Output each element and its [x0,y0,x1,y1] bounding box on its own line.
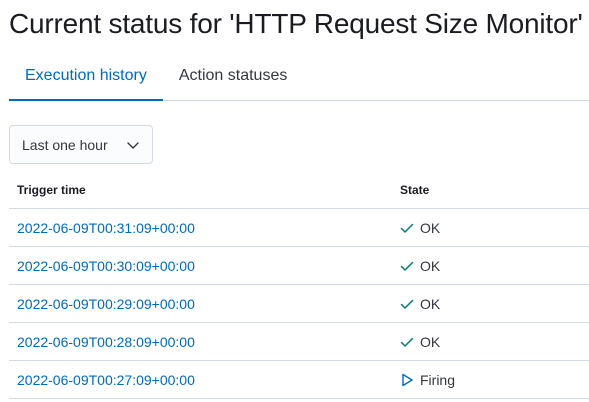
time-range-select[interactable]: Last one hour [9,125,153,164]
table-row: 2022-06-09T00:27:09+00:00 Firing [9,361,589,399]
state-cell: OK [400,258,440,274]
execution-history-table: Trigger time State 2022-06-09T00:31:09+0… [9,171,589,399]
time-range-selected-value: Last one hour [22,136,108,153]
table-body: 2022-06-09T00:31:09+00:00 OK 2022-06-09T00… [9,209,589,399]
column-header-trigger-time[interactable]: Trigger time [17,183,86,197]
check-icon [400,337,414,347]
check-icon [400,223,414,233]
state-cell: OK [400,334,440,350]
tab-bar: Execution history Action statuses [9,56,589,101]
tab-execution-history[interactable]: Execution history [9,56,163,101]
state-label: OK [420,296,441,312]
state-label: OK [420,334,441,350]
tab-action-statuses[interactable]: Action statuses [163,56,304,100]
trigger-time-link[interactable]: 2022-06-09T00:30:09+00:00 [17,258,195,274]
table-row: 2022-06-09T00:29:09+00:00 OK [9,285,589,323]
state-cell: OK [400,220,440,236]
play-icon [402,373,413,387]
state-label: OK [420,220,441,236]
column-header-state[interactable]: State [400,183,429,197]
table-row: 2022-06-09T00:28:09+00:00 OK [9,323,589,361]
table-row: 2022-06-09T00:31:09+00:00 OK [9,209,589,247]
state-label: Firing [420,372,456,388]
table-row: 2022-06-09T00:30:09+00:00 OK [9,247,589,285]
state-label: OK [420,258,441,274]
trigger-time-link[interactable]: 2022-06-09T00:28:09+00:00 [17,334,195,350]
state-cell: OK [400,296,440,312]
trigger-time-link[interactable]: 2022-06-09T00:29:09+00:00 [17,296,195,312]
trigger-time-link[interactable]: 2022-06-09T00:31:09+00:00 [17,220,195,236]
check-icon [400,261,414,271]
trigger-time-link[interactable]: 2022-06-09T00:27:09+00:00 [17,372,195,388]
state-cell: Firing [400,372,455,388]
table-header: Trigger time State [9,171,589,209]
chevron-down-icon [127,142,139,149]
check-icon [400,299,414,309]
page-title: Current status for 'HTTP Request Size Mo… [9,8,583,39]
